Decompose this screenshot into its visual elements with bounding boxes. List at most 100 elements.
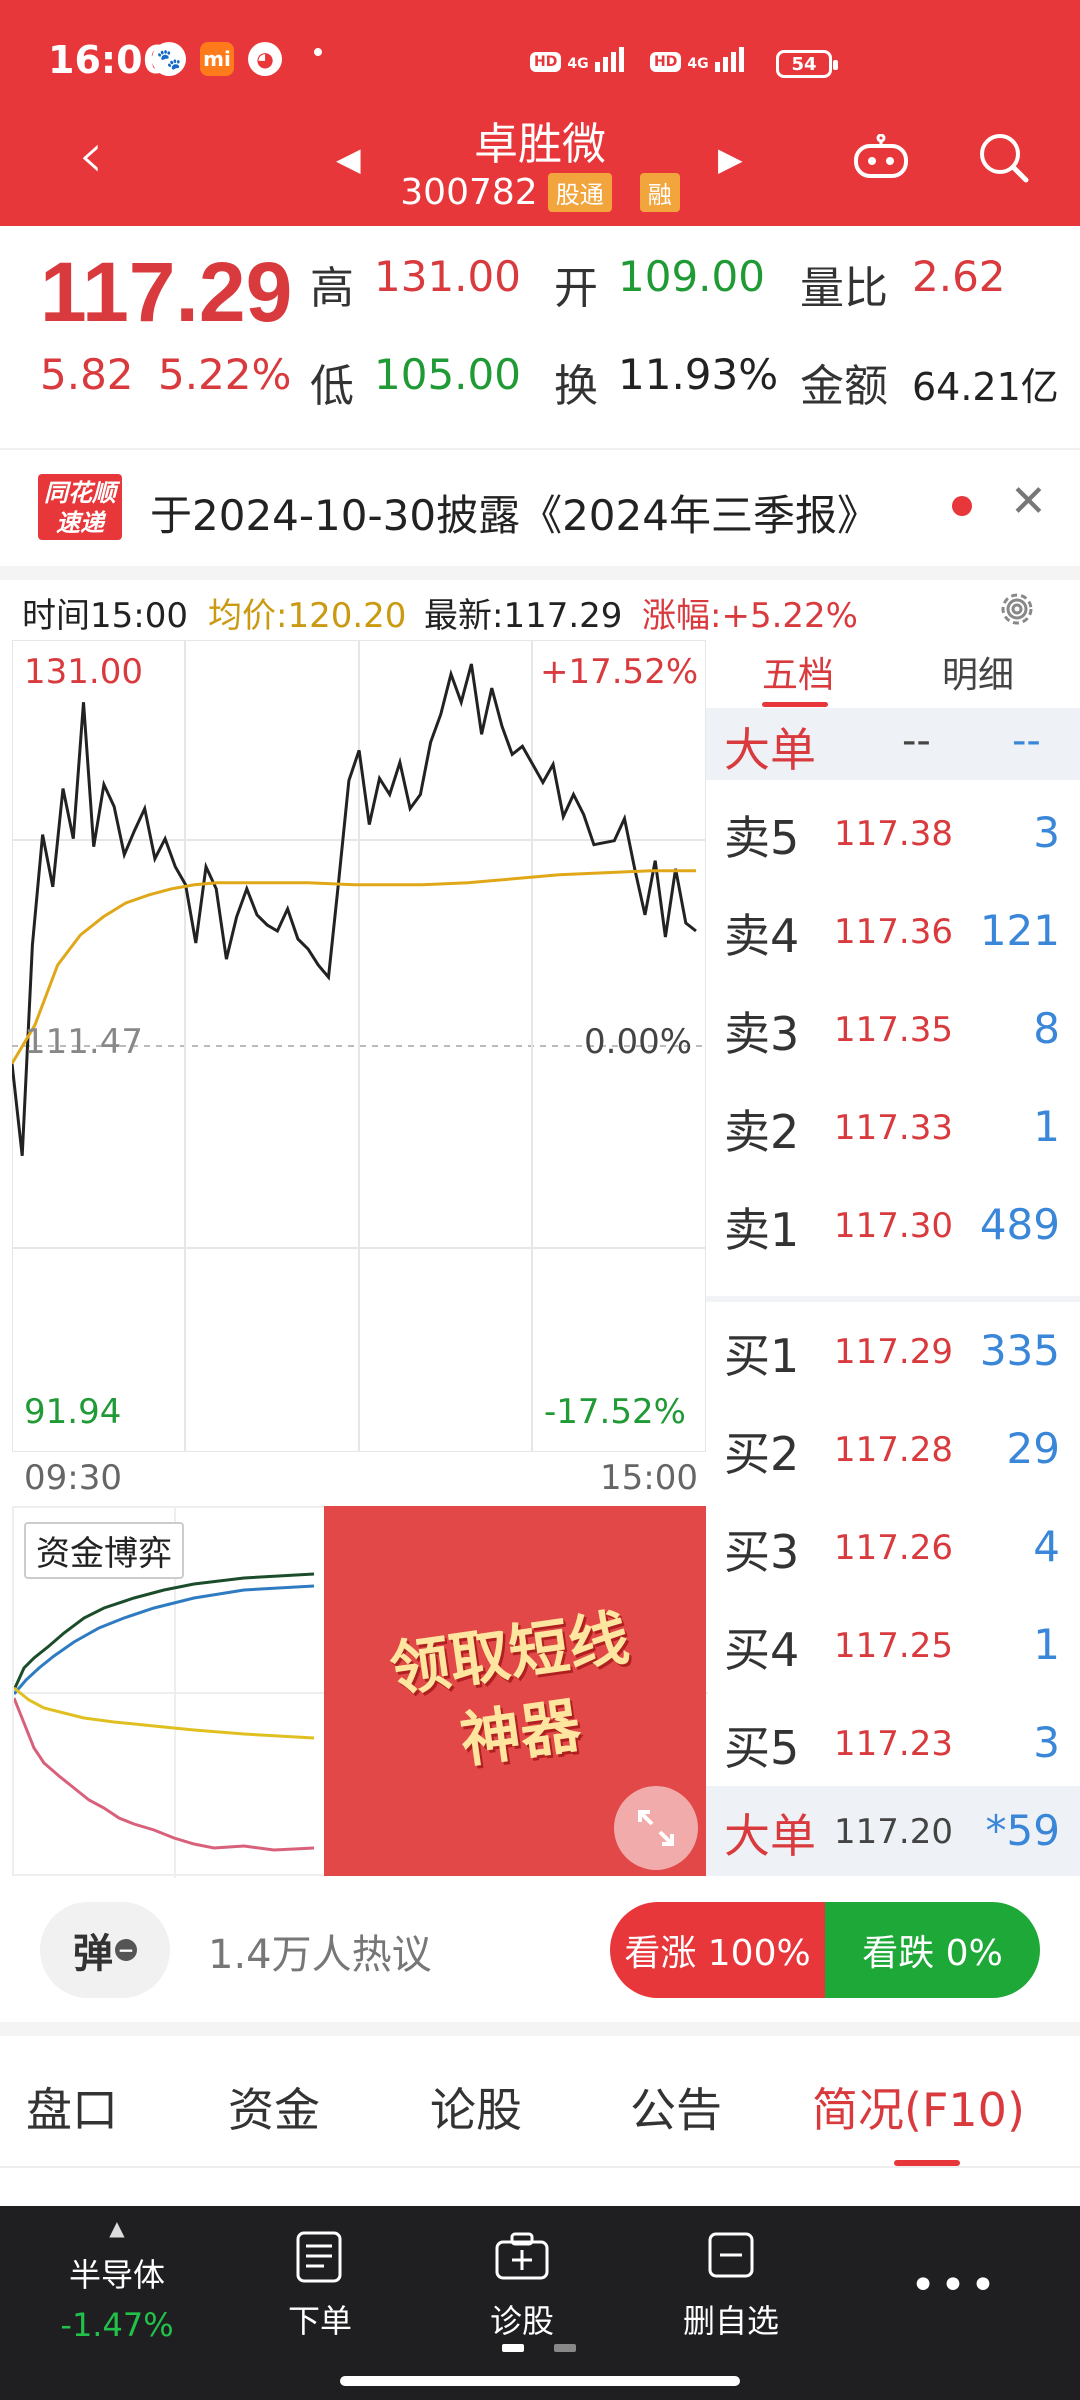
- signal-icon-2: HD 4G: [650, 44, 744, 72]
- connect-tag: 股通: [547, 173, 612, 212]
- content-placeholder: [0, 2166, 1080, 2206]
- signal-icon-1: HD 4G: [530, 44, 624, 72]
- x-end-label: 15:00: [600, 1458, 698, 1498]
- book-divider: [706, 1296, 1080, 1302]
- y-bottom-pct-label: -17.52%: [544, 1392, 686, 1432]
- quote-panel: 117.29 高 131.00 开 109.00 量比 2.62 5.82 5.…: [0, 226, 1080, 448]
- ask-row: 卖5 117.38 3: [724, 808, 1060, 865]
- big-order-val1: --: [902, 718, 931, 764]
- margin-tag: 融: [639, 173, 680, 212]
- search-icon[interactable]: [976, 130, 1032, 186]
- high-value: 131.00: [374, 252, 521, 301]
- order-document-icon: [296, 2231, 342, 2283]
- bid-row: 买2 117.28 29: [724, 1424, 1060, 1481]
- vote-up-button[interactable]: 看涨 100%: [610, 1902, 825, 1998]
- more-dots-icon: •••: [910, 2260, 1000, 2311]
- chart-header: 时间15:00 均价:120.20 最新:117.29 涨幅:+5.22%: [0, 580, 1080, 640]
- order-book: 五档 明细 大单 -- -- 卖5 117.38 3 卖4 117.36 121…: [706, 636, 1080, 1876]
- diagnose-button[interactable]: 诊股: [452, 2206, 592, 2400]
- capital-line-green: [12, 1572, 315, 1691]
- order-button[interactable]: 下单: [250, 2206, 390, 2400]
- big-order-label: 大单: [724, 723, 816, 777]
- stock-code-row: 300782 股通 融: [0, 172, 1080, 213]
- medical-kit-icon: [495, 2232, 549, 2280]
- capital-line-blue: [12, 1584, 315, 1695]
- stock-name: 卓胜微: [474, 119, 606, 170]
- tab-capital[interactable]: 资金: [228, 2074, 320, 2140]
- x-start-label: 09:30: [24, 1458, 122, 1498]
- close-icon[interactable]: ✕: [1010, 476, 1047, 527]
- remove-favorite-button[interactable]: 删自选: [656, 2206, 806, 2400]
- page-indicator-active: [502, 2344, 524, 2352]
- more-button[interactable]: •••: [900, 2206, 1010, 2400]
- y-bottom-label: 91.94: [24, 1392, 122, 1432]
- chart-avg: 均价:120.20: [208, 596, 407, 636]
- capital-line-pink: [12, 1697, 315, 1852]
- chart-time: 时间15:00: [22, 596, 188, 636]
- amount-value: 64.21亿: [912, 365, 1059, 409]
- robot-icon[interactable]: [852, 134, 910, 178]
- y-top-label: 131.00: [24, 652, 143, 692]
- vote-down-button[interactable]: 看跌 0%: [825, 1902, 1040, 1998]
- tab-five-levels[interactable]: 五档: [762, 646, 834, 698]
- battery-icon: 54: [776, 50, 838, 78]
- turnover-label: 换: [554, 361, 598, 412]
- change-pct: 5.22%: [158, 350, 292, 399]
- bid-row: 买4 117.25 1: [724, 1620, 1060, 1677]
- next-stock-icon[interactable]: ▶: [718, 140, 743, 178]
- promo-text: 领取短线 神器: [385, 1603, 634, 1777]
- status-time: 16:06: [48, 38, 169, 82]
- caret-up-icon: ▲: [109, 2216, 125, 2240]
- expand-icon[interactable]: [614, 1786, 698, 1870]
- y-mid-label: 111.47: [24, 1022, 143, 1062]
- intraday-chart[interactable]: 131.00 +17.52% 111.47 0.00% 91.94 -17.52…: [10, 639, 707, 1453]
- gear-icon[interactable]: [994, 586, 1040, 632]
- big-order-row: 大单 -- --: [706, 708, 1080, 780]
- capital-game-title: 资金博弈: [24, 1522, 184, 1579]
- notification-icons: 🐾 mi ◕: [152, 42, 282, 76]
- danmu-toggle-button[interactable]: 弹 −: [40, 1902, 170, 1998]
- tab-market-depth[interactable]: 盘口: [26, 2074, 118, 2140]
- home-indicator[interactable]: [340, 2376, 740, 2386]
- discussion-count[interactable]: 1.4万人热议: [208, 1922, 432, 1980]
- ask-row: 卖3 117.35 8: [724, 1004, 1060, 1061]
- bid-row: 买5 117.23 3: [724, 1718, 1060, 1775]
- promo-banner[interactable]: 领取短线 神器: [324, 1506, 706, 1876]
- baidu-paw-icon: 🐾: [152, 42, 186, 76]
- header: 16:06 🐾 mi ◕ HD 4G HD 4G 54 ‹ ◀ 卓胜微 3007…: [0, 0, 1080, 226]
- page-indicator: [554, 2344, 576, 2352]
- notice-bar[interactable]: 同花顺 速递 于2024-10-30披露《2024年三季报》 ✕: [0, 448, 1080, 566]
- ask-row: 卖2 117.33 1: [724, 1102, 1060, 1159]
- tab-f10-overview[interactable]: 简况(F10): [812, 2074, 1025, 2140]
- y-top-pct-label: +17.52%: [540, 652, 699, 692]
- sector-change: -1.47%: [60, 2306, 174, 2344]
- low-value: 105.00: [374, 350, 521, 399]
- divider: [0, 2022, 1080, 2036]
- vol-ratio-value: 2.62: [912, 252, 1006, 301]
- tab-announcement[interactable]: 公告: [630, 2074, 722, 2140]
- big-trade-row: 大单 117.20 *59: [706, 1786, 1080, 1876]
- low-label: 低: [310, 361, 354, 412]
- tab-detail[interactable]: 明细: [942, 646, 1014, 698]
- chart-latest: 最新:117.29: [424, 596, 623, 636]
- unread-dot-icon: [952, 496, 972, 516]
- notice-text[interactable]: 于2024-10-30披露《2024年三季报》: [150, 482, 879, 543]
- ask-row: 卖1 117.30 489: [724, 1200, 1060, 1257]
- stock-code: 300782: [400, 172, 538, 213]
- tab-discussion[interactable]: 论股: [430, 2074, 522, 2140]
- bottom-toolbar: ▲ 半导体 -1.47% 下单 诊股 删自选 •••: [0, 2206, 1080, 2400]
- ask-row: 卖4 117.36 121: [724, 906, 1060, 963]
- bid-row: 买1 117.29 335: [724, 1326, 1060, 1383]
- big-order-val2: --: [1012, 718, 1041, 764]
- order-book-tabs: 五档 明细: [706, 636, 1080, 707]
- flash-news-logo: 同花顺 速递: [38, 474, 122, 540]
- high-label: 高: [310, 263, 354, 314]
- vol-ratio-label: 量比: [800, 263, 888, 314]
- capital-line-yellow: [13, 1686, 315, 1740]
- amount-label: 金额: [800, 361, 888, 412]
- minus-box-icon: [708, 2232, 754, 2278]
- active-tab-indicator: [762, 702, 828, 707]
- sector-button[interactable]: ▲ 半导体 -1.47%: [40, 2206, 194, 2400]
- change-value: 5.82: [40, 350, 134, 399]
- bid-row: 买3 117.26 4: [724, 1522, 1060, 1579]
